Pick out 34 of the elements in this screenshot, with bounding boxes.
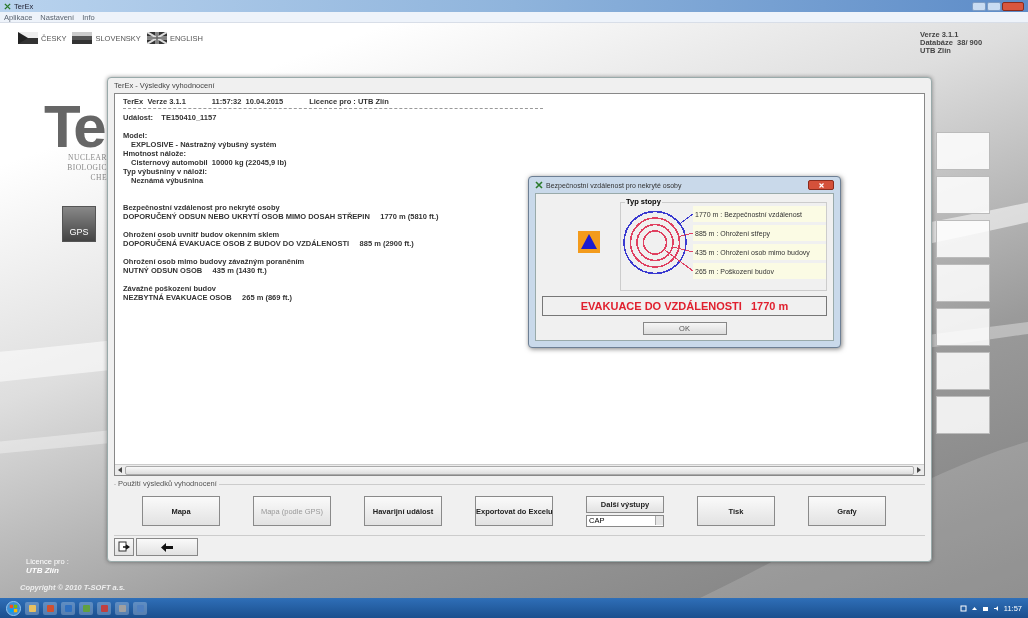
- taskbar-icon[interactable]: [61, 601, 75, 615]
- flag-icon: [18, 32, 38, 44]
- export-button[interactable]: [114, 538, 134, 556]
- civil-defence-icon: [578, 231, 600, 253]
- side-tile: [936, 132, 990, 170]
- maximize-button[interactable]: [987, 1, 1001, 11]
- side-tile: [936, 220, 990, 258]
- taskbar-icon[interactable]: [115, 601, 129, 615]
- close-icon: [818, 182, 824, 188]
- taskbar-icon[interactable]: [43, 601, 57, 615]
- taskbar-icon[interactable]: [79, 601, 93, 615]
- gps-button[interactable]: GPS: [62, 206, 96, 242]
- left-arrow-icon: [161, 542, 173, 552]
- side-tile: [936, 308, 990, 346]
- side-tile: [936, 176, 990, 214]
- taskbar-icon[interactable]: [25, 601, 39, 615]
- minimize-button[interactable]: [972, 1, 986, 11]
- start-button[interactable]: [6, 600, 21, 616]
- taskbar-icon[interactable]: [97, 601, 111, 615]
- side-tile: [936, 396, 990, 434]
- licence-name: UTB Zlín: [26, 566, 60, 575]
- logo-text: Te: [44, 103, 106, 151]
- evacuation-message: EVAKUACE DO VZDÁLENOSTI 1770 m: [542, 296, 827, 316]
- horizontal-scrollbar[interactable]: [115, 464, 924, 475]
- app-icon: [535, 181, 543, 189]
- close-button[interactable]: [1002, 1, 1024, 11]
- back-button[interactable]: [136, 538, 198, 556]
- close-button[interactable]: [808, 180, 834, 190]
- side-tile: [936, 264, 990, 302]
- taskbar-icon[interactable]: [133, 601, 147, 615]
- flag-icon: [72, 32, 93, 44]
- flag-icon: [146, 32, 167, 44]
- side-tile: [936, 352, 990, 390]
- app-icon: [4, 2, 11, 10]
